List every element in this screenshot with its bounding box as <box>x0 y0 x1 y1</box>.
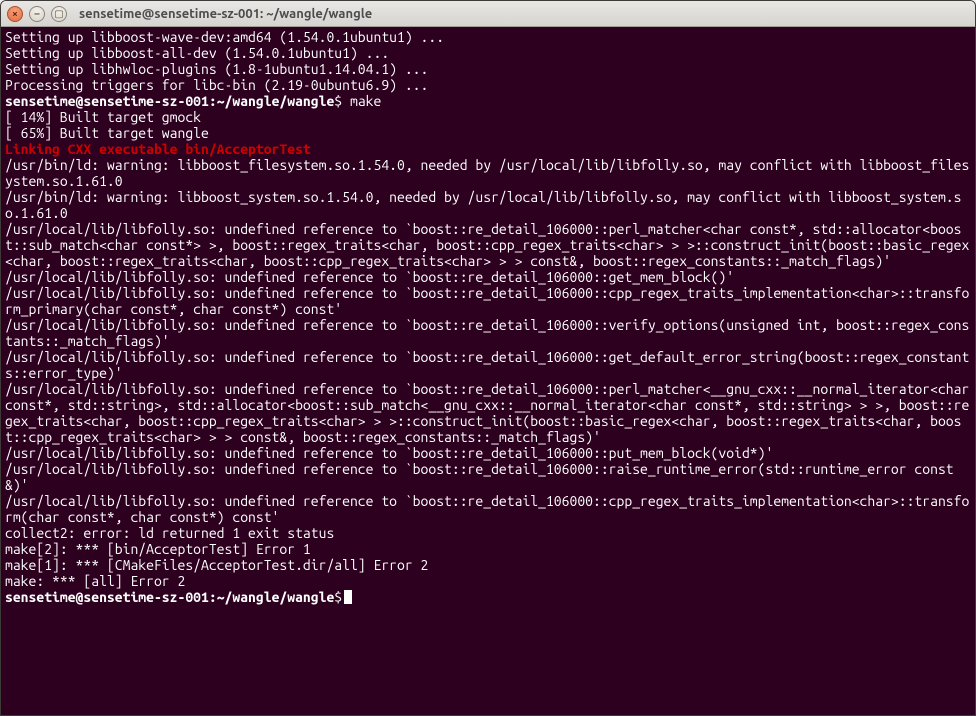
output-line: [ 65%] Built target wangle <box>5 125 209 141</box>
prompt-user: sensetime@sensetime-sz-001 <box>5 589 209 605</box>
terminal-body[interactable]: Setting up libboost-wave-dev:amd64 (1.54… <box>1 27 975 715</box>
output-line: make[2]: *** [bin/AcceptorTest] Error 1 <box>5 541 311 557</box>
output-line: /usr/local/lib/libfolly.so: undefined re… <box>5 445 773 461</box>
window-title: sensetime@sensetime-sz-001: ~/wangle/wan… <box>79 7 372 21</box>
output-line: /usr/bin/ld: warning: libboost_filesyste… <box>5 157 969 189</box>
window-close-button[interactable]: × <box>7 6 23 22</box>
terminal-cursor <box>344 590 352 604</box>
output-line: Processing triggers for libc-bin (2.19-0… <box>5 77 428 93</box>
prompt-user: sensetime@sensetime-sz-001 <box>5 93 209 109</box>
output-line: Setting up libboost-wave-dev:amd64 (1.54… <box>5 29 444 45</box>
output-line: /usr/local/lib/libfolly.so: undefined re… <box>5 461 954 493</box>
output-line: /usr/local/lib/libfolly.so: undefined re… <box>5 493 969 525</box>
window-minimize-button[interactable]: – <box>29 6 45 22</box>
output-line: /usr/local/lib/libfolly.so: undefined re… <box>5 221 969 269</box>
linking-line: Linking CXX executable bin/AcceptorTest <box>5 141 311 157</box>
output-line: /usr/local/lib/libfolly.so: undefined re… <box>5 349 969 381</box>
output-line: [ 14%] Built target gmock <box>5 109 201 125</box>
output-line: Setting up libboost-all-dev (1.54.0.1ubu… <box>5 45 389 61</box>
terminal-content: Setting up libboost-wave-dev:amd64 (1.54… <box>5 29 971 605</box>
output-line: /usr/local/lib/libfolly.so: undefined re… <box>5 381 975 445</box>
window-titlebar[interactable]: × – ▢ sensetime@sensetime-sz-001: ~/wang… <box>1 1 975 27</box>
prompt-path: ~/wangle/wangle <box>217 93 335 109</box>
output-line: make[1]: *** [CMakeFiles/AcceptorTest.di… <box>5 557 428 573</box>
output-line: /usr/local/lib/libfolly.so: undefined re… <box>5 269 734 285</box>
prompt-path: ~/wangle/wangle <box>217 589 335 605</box>
output-line: collect2: error: ld returned 1 exit stat… <box>5 525 334 541</box>
output-line: make: *** [all] Error 2 <box>5 573 185 589</box>
output-line: /usr/local/lib/libfolly.so: undefined re… <box>5 285 969 317</box>
output-line: /usr/bin/ld: warning: libboost_system.so… <box>5 189 961 221</box>
output-line: /usr/local/lib/libfolly.so: undefined re… <box>5 317 969 349</box>
output-line: Setting up libhwloc-plugins (1.8-1ubuntu… <box>5 61 428 77</box>
window-maximize-button[interactable]: ▢ <box>51 6 67 22</box>
terminal-window: × – ▢ sensetime@sensetime-sz-001: ~/wang… <box>0 0 976 716</box>
prompt-command: make <box>350 93 381 109</box>
